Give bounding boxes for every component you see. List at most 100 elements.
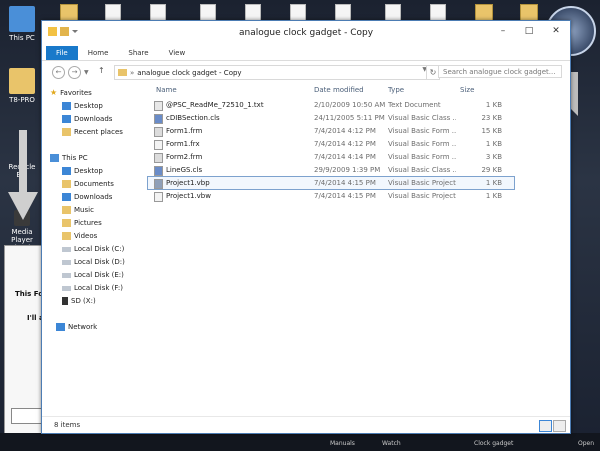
search-input[interactable]: Search analogue clock gadget... <box>438 65 562 78</box>
nav-item-downloads[interactable]: Downloads <box>62 191 112 203</box>
nav-item-music[interactable]: Music <box>62 204 94 216</box>
file-size: 23 KB <box>481 114 502 122</box>
file-name: Form1.frx <box>166 140 200 148</box>
vb-project-icon <box>154 179 163 189</box>
nav-label: Downloads <box>74 115 113 123</box>
nav-item-recent-places[interactable]: Recent places <box>62 126 123 138</box>
taskbar-label[interactable]: Watch <box>382 440 401 447</box>
recent-locations-icon[interactable]: ▼ <box>84 69 89 76</box>
pictures-icon <box>62 219 71 227</box>
nav-item-downloads[interactable]: Downloads <box>62 113 112 125</box>
vb-form-binary-icon <box>154 140 163 150</box>
down-arrow-icon <box>8 130 38 220</box>
nav-item-local-disk-d[interactable]: Local Disk (D:) <box>62 256 125 268</box>
tab-home[interactable]: Home <box>78 46 119 60</box>
drive-icon <box>62 272 71 278</box>
nav-item-desktop[interactable]: Desktop <box>62 100 103 112</box>
large-icons-view-button[interactable] <box>553 420 566 432</box>
column-header-type[interactable]: Type <box>388 83 404 97</box>
nav-item-sd[interactable]: SD (X:) <box>62 295 96 307</box>
nav-item-desktop[interactable]: Desktop <box>62 165 103 177</box>
file-name: LineGS.cls <box>166 166 203 174</box>
desktop-icon-t8-pro[interactable]: T8-PRO <box>2 68 42 104</box>
file-size: 1 KB <box>485 140 502 148</box>
nav-item-pictures[interactable]: Pictures <box>62 217 102 229</box>
computer-icon <box>9 6 35 32</box>
explorer-window: analogue clock gadget - Copy – □ ✕ File … <box>41 20 571 434</box>
navigation-pane: ★ Favorites Desktop Downloads Recent pla… <box>42 83 146 417</box>
file-date: 7/4/2014 4:12 PM <box>314 140 376 148</box>
file-name: Form2.frm <box>166 153 203 161</box>
table-row[interactable]: @PSC_ReadMe_72510_1.txt 2/10/2009 10:50 A… <box>148 99 514 111</box>
nav-favorites[interactable]: ★ Favorites <box>50 87 92 99</box>
desktop-icon-label: This PC <box>9 34 35 42</box>
address-bar[interactable]: » analogue clock gadget - Copy ▼ <box>114 65 432 80</box>
nav-label: Music <box>74 206 94 214</box>
file-date: 7/4/2014 4:14 PM <box>314 153 376 161</box>
vb-class-icon <box>154 166 163 176</box>
file-list: Name Date modified Type Size @PSC_ReadMe… <box>147 83 570 417</box>
downloads-icon <box>62 115 71 123</box>
breadcrumb[interactable]: analogue clock gadget - Copy <box>137 69 241 77</box>
details-view-button[interactable] <box>539 420 552 432</box>
title-bar[interactable]: analogue clock gadget - Copy – □ ✕ <box>42 21 570 46</box>
column-header-size[interactable]: Size <box>460 83 474 97</box>
table-row[interactable]: LineGS.cls 29/9/2009 1:39 PM Visual Basic … <box>148 164 514 176</box>
vb-class-icon <box>154 114 163 124</box>
tab-file[interactable]: File <box>46 46 78 60</box>
table-row[interactable]: cDIBSection.cls 24/11/2005 5:11 PM Visual … <box>148 112 514 124</box>
nav-label: Local Disk (F:) <box>74 284 123 292</box>
desktop-icon-this-pc[interactable]: This PC <box>2 6 42 42</box>
vb-form-icon <box>154 127 163 137</box>
nav-label: Local Disk (E:) <box>74 271 124 279</box>
table-row[interactable]: Form1.frm 7/4/2014 4:12 PM Visual Basic Fo… <box>148 125 514 137</box>
forward-button[interactable]: → <box>68 66 81 79</box>
close-button[interactable]: ✕ <box>542 21 570 41</box>
nav-label: Recent places <box>74 128 123 136</box>
table-row[interactable]: Form1.frx 7/4/2014 4:12 PM Visual Basic Fo… <box>148 138 514 150</box>
drive-icon <box>62 259 71 265</box>
tab-view[interactable]: View <box>159 46 196 60</box>
nav-label: Desktop <box>74 167 103 175</box>
file-date: 29/9/2009 1:39 PM <box>314 166 381 174</box>
nav-item-videos[interactable]: Videos <box>62 230 97 242</box>
column-header-name[interactable]: Name <box>156 83 177 97</box>
drive-icon <box>62 285 71 291</box>
music-icon <box>62 206 71 214</box>
nav-label: This PC <box>62 154 88 162</box>
nav-network[interactable]: Network <box>56 321 97 333</box>
desktop-icon <box>62 167 71 175</box>
taskbar-label[interactable]: Manuals <box>330 440 355 447</box>
file-type: Visual Basic Form ... <box>388 127 456 135</box>
file-date: 7/4/2014 4:15 PM <box>314 179 376 187</box>
table-row[interactable]: Project1.vbw 7/4/2014 4:15 PM Visual Basic… <box>148 190 514 202</box>
vb-form-icon <box>154 153 163 163</box>
back-button[interactable]: ← <box>52 66 65 79</box>
nav-item-documents[interactable]: Documents <box>62 178 114 190</box>
taskbar-label[interactable]: Open <box>578 440 594 447</box>
nav-item-local-disk-f[interactable]: Local Disk (F:) <box>62 282 123 294</box>
table-row[interactable]: Project1.vbp 7/4/2014 4:15 PM Visual Basic… <box>147 176 515 190</box>
nav-item-local-disk-e[interactable]: Local Disk (E:) <box>62 269 124 281</box>
column-header-date[interactable]: Date modified <box>314 83 364 97</box>
tab-share[interactable]: Share <box>118 46 158 60</box>
file-name: Project1.vbp <box>166 179 210 187</box>
nav-this-pc[interactable]: This PC <box>50 152 88 164</box>
table-row[interactable]: Form2.frm 7/4/2014 4:14 PM Visual Basic Fo… <box>148 151 514 163</box>
file-size: 3 KB <box>485 153 502 161</box>
minimize-button[interactable]: – <box>490 21 516 41</box>
maximize-button[interactable]: □ <box>516 21 542 41</box>
taskbar-label[interactable]: Clock gadget <box>474 440 513 447</box>
ribbon-tabs: File Home Share View <box>42 46 570 61</box>
up-button[interactable]: ↑ <box>98 66 105 75</box>
file-type: Visual Basic Project <box>388 179 456 187</box>
nav-item-local-disk-c[interactable]: Local Disk (C:) <box>62 243 124 255</box>
file-date: 7/4/2014 4:12 PM <box>314 127 376 135</box>
file-name: @PSC_ReadMe_72510_1.txt <box>166 101 264 109</box>
file-date: 24/11/2005 5:11 PM <box>314 114 385 122</box>
drive-icon <box>62 246 71 252</box>
file-size: 15 KB <box>481 127 502 135</box>
address-row: ← → ▼ ↑ » analogue clock gadget - Copy ▼… <box>42 61 570 84</box>
status-bar: 8 items <box>42 416 570 433</box>
downloads-icon <box>62 193 71 201</box>
